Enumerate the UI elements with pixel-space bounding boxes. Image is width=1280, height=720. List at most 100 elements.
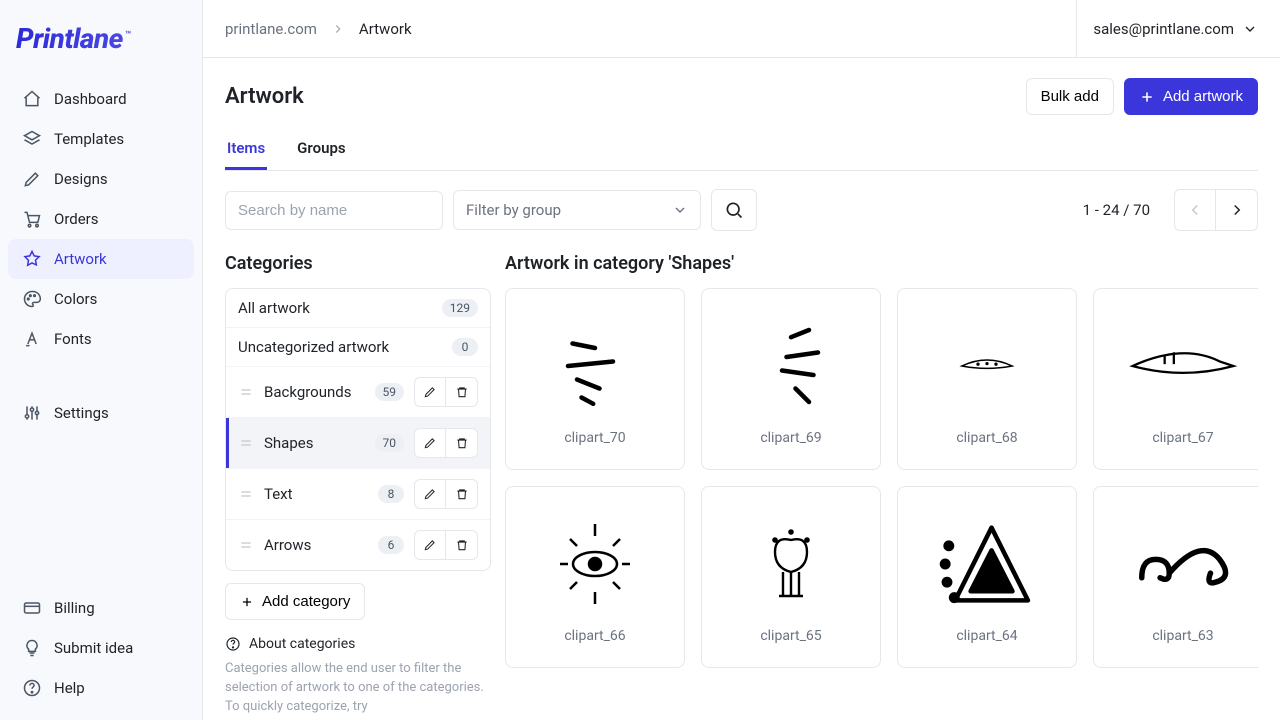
- drag-handle-icon[interactable]: [238, 435, 254, 451]
- pager: [1174, 189, 1258, 231]
- category-label: Backgrounds: [264, 383, 365, 401]
- prev-page-button[interactable]: [1174, 189, 1216, 231]
- search-icon: [724, 200, 744, 220]
- artwork-card[interactable]: clipart_66: [505, 486, 685, 668]
- search-input[interactable]: [225, 191, 443, 230]
- artwork-caption: clipart_65: [760, 628, 821, 644]
- category-shapes[interactable]: Shapes 70: [226, 418, 490, 469]
- columns: Categories All artwork 129 Uncategorized…: [225, 253, 1258, 720]
- cart-icon: [22, 209, 42, 229]
- nav-settings[interactable]: Settings: [8, 393, 194, 433]
- nav-billing[interactable]: Billing: [8, 588, 194, 628]
- category-backgrounds[interactable]: Backgrounds 59: [226, 367, 490, 418]
- edit-category-button[interactable]: [414, 530, 446, 560]
- pencil-icon: [423, 538, 437, 552]
- breadcrumb: printlane.com Artwork: [225, 20, 412, 38]
- button-label: Add artwork: [1163, 88, 1243, 105]
- bulk-add-button[interactable]: Bulk add: [1026, 78, 1114, 115]
- nav-fonts[interactable]: Fonts: [8, 319, 194, 359]
- chevron-down-icon: [1242, 21, 1258, 37]
- category-all[interactable]: All artwork 129: [226, 289, 490, 328]
- chevron-right-icon: [331, 22, 345, 36]
- edit-category-button[interactable]: [414, 428, 446, 458]
- nav-orders[interactable]: Orders: [8, 199, 194, 239]
- artwork-thumbnail: [932, 510, 1042, 618]
- drag-handle-icon[interactable]: [238, 537, 254, 553]
- search-button[interactable]: [711, 189, 757, 231]
- artwork-card[interactable]: clipart_69: [701, 288, 881, 470]
- category-uncategorized[interactable]: Uncategorized artwork 0: [226, 328, 490, 367]
- breadcrumb-current: Artwork: [359, 20, 412, 38]
- category-actions: [414, 530, 478, 560]
- category-arrows[interactable]: Arrows 6: [226, 520, 490, 570]
- artwork-card[interactable]: clipart_68: [897, 288, 1077, 470]
- artwork-card[interactable]: clipart_64: [897, 486, 1077, 668]
- nav-label: Orders: [54, 210, 99, 228]
- delete-category-button[interactable]: [446, 530, 478, 560]
- nav-artwork[interactable]: Artwork: [8, 239, 194, 279]
- edit-category-button[interactable]: [414, 479, 446, 509]
- edit-category-button[interactable]: [414, 377, 446, 407]
- tab-items[interactable]: Items: [225, 129, 267, 170]
- trash-icon: [455, 538, 469, 552]
- artwork-card[interactable]: clipart_67: [1093, 288, 1258, 470]
- category-text[interactable]: Text 8: [226, 469, 490, 520]
- category-count: 6: [378, 536, 404, 554]
- user-menu[interactable]: sales@printlane.com: [1076, 0, 1258, 57]
- about-title: About categories: [249, 636, 355, 652]
- add-artwork-button[interactable]: Add artwork: [1124, 78, 1258, 115]
- nav-submit-idea[interactable]: Submit idea: [8, 628, 194, 668]
- artwork-caption: clipart_69: [760, 430, 821, 446]
- artwork-card[interactable]: clipart_63: [1093, 486, 1258, 668]
- artwork-caption: clipart_64: [956, 628, 1017, 644]
- category-actions: [414, 377, 478, 407]
- artwork-thumbnail: [545, 510, 645, 618]
- nav-help[interactable]: Help: [8, 668, 194, 708]
- logo[interactable]: Printlane ™: [8, 18, 194, 71]
- delete-category-button[interactable]: [446, 377, 478, 407]
- category-count: 59: [375, 383, 405, 401]
- nav-templates[interactable]: Templates: [8, 119, 194, 159]
- nav-colors[interactable]: Colors: [8, 279, 194, 319]
- nav-label: Colors: [54, 290, 97, 308]
- drag-handle-icon[interactable]: [238, 384, 254, 400]
- categories-panel: All artwork 129 Uncategorized artwork 0 …: [225, 288, 491, 571]
- tab-groups[interactable]: Groups: [295, 129, 347, 170]
- category-count: 129: [442, 299, 478, 317]
- artwork-thumbnail: [1128, 312, 1238, 420]
- add-category-button[interactable]: Add category: [225, 583, 365, 620]
- group-filter-select[interactable]: Filter by group: [453, 190, 701, 230]
- info-icon: [225, 636, 241, 652]
- artwork-heading: Artwork in category 'Shapes': [505, 253, 1258, 274]
- artwork-card[interactable]: clipart_65: [701, 486, 881, 668]
- home-icon: [22, 89, 42, 109]
- delete-category-button[interactable]: [446, 428, 478, 458]
- about-body: Categories allow the end user to filter …: [225, 660, 491, 717]
- chevron-down-icon: [672, 202, 688, 218]
- next-page-button[interactable]: [1216, 189, 1258, 231]
- artwork-thumbnail: [1128, 510, 1238, 618]
- artwork-thumbnail: [937, 312, 1037, 420]
- artwork-thumbnail: [746, 312, 836, 420]
- breadcrumb-root[interactable]: printlane.com: [225, 20, 317, 38]
- select-placeholder: Filter by group: [466, 201, 561, 219]
- category-actions: [414, 428, 478, 458]
- nav-dashboard[interactable]: Dashboard: [8, 79, 194, 119]
- artwork-card[interactable]: clipart_70: [505, 288, 685, 470]
- categories-column: Categories All artwork 129 Uncategorized…: [225, 253, 491, 720]
- drag-handle-icon[interactable]: [238, 486, 254, 502]
- nav-label: Templates: [54, 130, 124, 148]
- about-heading: About categories: [225, 636, 491, 652]
- pencil-icon: [22, 169, 42, 189]
- nav-label: Submit idea: [54, 639, 133, 657]
- artwork-caption: clipart_63: [1152, 628, 1213, 644]
- artwork-grid: clipart_70 clipart_69 clipart_68: [505, 288, 1258, 668]
- bulb-icon: [22, 638, 42, 658]
- nav-designs[interactable]: Designs: [8, 159, 194, 199]
- chevron-right-icon: [1228, 201, 1246, 219]
- delete-category-button[interactable]: [446, 479, 478, 509]
- font-icon: [22, 329, 42, 349]
- button-label: Bulk add: [1041, 88, 1099, 105]
- nav-label: Designs: [54, 170, 108, 188]
- pagination-range: 1 - 24 / 70: [1083, 201, 1150, 219]
